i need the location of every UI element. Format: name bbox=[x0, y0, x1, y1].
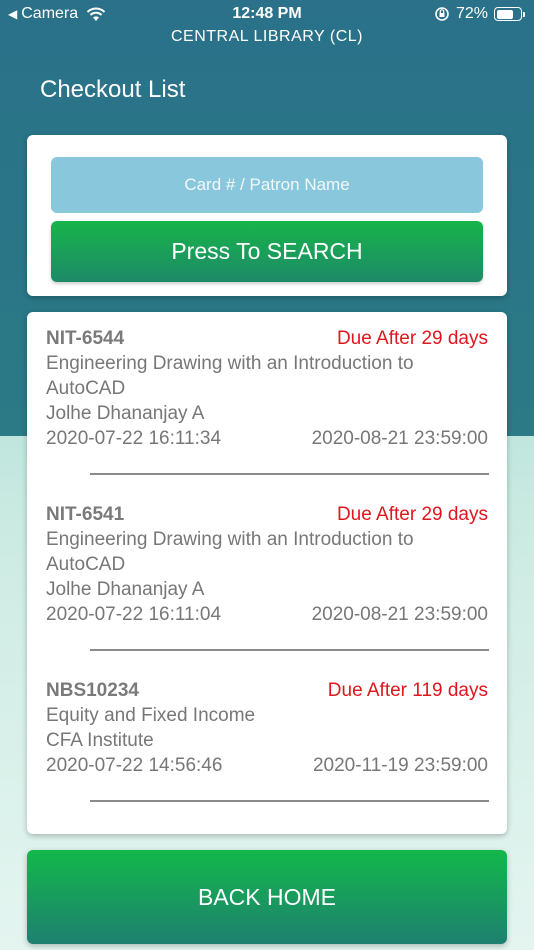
book-author: CFA Institute bbox=[46, 730, 154, 751]
issue-date: 2020-07-22 16:11:34 bbox=[46, 428, 222, 449]
list-item[interactable]: NIT-6541 Due After 29 days Engineering D… bbox=[46, 502, 488, 627]
due-date: 2020-11-19 23:59:00 bbox=[312, 755, 488, 776]
battery-percent: 72% bbox=[455, 5, 488, 22]
book-title: Engineering Drawing with an Introduction… bbox=[46, 529, 414, 550]
battery-icon bbox=[494, 7, 525, 21]
book-author: Jolhe Dhananjay A bbox=[46, 579, 205, 600]
search-button[interactable]: Press To SEARCH bbox=[51, 221, 483, 282]
item-divider bbox=[90, 800, 489, 802]
issue-date: 2020-07-22 14:56:46 bbox=[46, 755, 223, 776]
library-name: CENTRAL LIBRARY (CL) bbox=[171, 28, 363, 45]
search-input[interactable] bbox=[51, 157, 483, 213]
due-status: Due After 29 days bbox=[336, 504, 488, 525]
orientation-lock-icon bbox=[435, 7, 449, 21]
list-item[interactable]: NBS10234 Due After 119 days Equity and F… bbox=[46, 678, 488, 778]
item-code: NIT-6541 bbox=[46, 504, 125, 525]
due-status: Due After 119 days bbox=[327, 680, 488, 701]
due-date: 2020-08-21 23:59:00 bbox=[311, 428, 488, 449]
item-divider bbox=[90, 473, 489, 475]
issue-date: 2020-07-22 16:11:04 bbox=[46, 604, 222, 625]
book-title-cont: AutoCAD bbox=[46, 378, 126, 399]
item-code: NBS10234 bbox=[46, 680, 139, 701]
due-date: 2020-08-21 23:59:00 bbox=[311, 604, 488, 625]
status-bar: ◀ Camera 12:48 PM 72% bbox=[0, 0, 534, 28]
item-code: NIT-6544 bbox=[46, 328, 125, 349]
book-author: Jolhe Dhananjay A bbox=[46, 403, 205, 424]
book-title: Equity and Fixed Income bbox=[46, 705, 256, 726]
due-status: Due After 29 days bbox=[336, 328, 488, 349]
page-title: Checkout List bbox=[40, 76, 186, 103]
book-title: Engineering Drawing with an Introduction… bbox=[46, 353, 414, 374]
back-home-button[interactable]: BACK HOME bbox=[27, 850, 507, 944]
list-item[interactable]: NIT-6544 Due After 29 days Engineering D… bbox=[46, 326, 488, 451]
book-title-cont: AutoCAD bbox=[46, 554, 126, 575]
checkout-list: NIT-6544 Due After 29 days Engineering D… bbox=[27, 312, 507, 834]
item-divider bbox=[90, 649, 489, 651]
search-card: Press To SEARCH bbox=[27, 135, 507, 296]
